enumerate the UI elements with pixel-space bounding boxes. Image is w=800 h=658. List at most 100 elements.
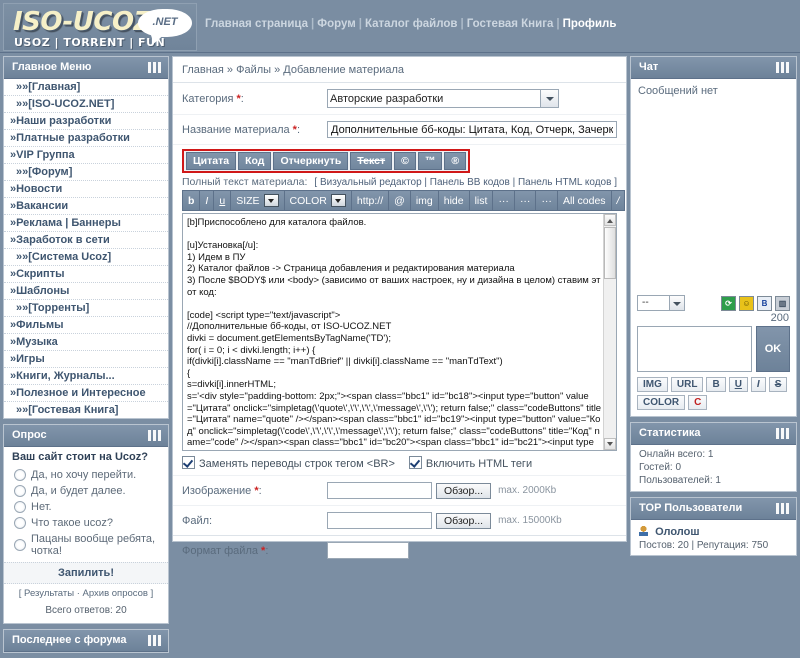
toolbar-hide-button[interactable]: hide [437, 190, 469, 211]
toolbar-more-button-2[interactable]: ··· [513, 190, 536, 211]
chat-bb-strike-button[interactable]: S [768, 377, 788, 392]
collapse-icon[interactable] [148, 430, 161, 441]
sidebar-item-guestbook[interactable]: »»[Гостевая Книга] [4, 402, 168, 418]
bold-icon[interactable]: B [757, 295, 772, 311]
toolbar-color-dropdown[interactable]: COLOR [283, 190, 351, 211]
title-input[interactable] [327, 121, 617, 138]
list-item[interactable]: Ололош [631, 522, 796, 540]
radio-icon[interactable] [14, 501, 26, 513]
sidebar-item-torrents[interactable]: »»[Торренты] [4, 300, 168, 317]
sidebar-item-books[interactable]: »Книги, Журналы... [4, 368, 168, 385]
sidebar-item-vacancies[interactable]: »Вакансии [4, 198, 168, 215]
user-name[interactable]: Ололош [655, 526, 699, 538]
chat-bb-clear-button[interactable]: C [688, 395, 708, 410]
toolbar-underline-button[interactable]: u [213, 190, 231, 211]
sidebar-item-glavnaya[interactable]: »»[Главная] [4, 79, 168, 96]
format-input[interactable] [327, 542, 409, 559]
sidebar-item-our-dev[interactable]: »Наши разработки [4, 113, 168, 130]
checkbox-icon[interactable] [408, 456, 422, 469]
poll-submit-button[interactable]: Запилить! [4, 562, 168, 584]
toolbar-image-button[interactable]: img [409, 190, 438, 211]
sidebar-item-vip-group[interactable]: »VIP Группа [4, 147, 168, 164]
bb-quote-button[interactable]: Цитата [186, 152, 237, 170]
toolbar-all-codes-button[interactable]: All codes [556, 190, 611, 211]
editor-mode-links[interactable]: [ Визуальный редактор | Панель BB кодов … [314, 177, 617, 188]
collapse-icon[interactable] [776, 428, 789, 439]
nav-item-guestbook[interactable]: Гостевая Книга [467, 18, 554, 30]
toolbar-close-tag-button[interactable]: / [610, 190, 626, 211]
toolbar-bold-button[interactable]: b [182, 190, 200, 211]
chat-send-button[interactable]: OK [756, 326, 790, 372]
poll-option[interactable]: Что такое ucoz? [4, 515, 168, 531]
nav-item-files[interactable]: Каталог файлов [365, 18, 458, 30]
chat-bb-italic-button[interactable]: I [750, 377, 766, 392]
sidebar-item-movies[interactable]: »Фильмы [4, 317, 168, 334]
checkbox-br-replace[interactable]: Заменять переводы строк тегом <BR> [182, 456, 395, 470]
toolbar-more-button-3[interactable]: ··· [535, 190, 557, 211]
radio-icon[interactable] [14, 517, 26, 529]
sidebar-item-ads-banners[interactable]: »Реклама | Баннеры [4, 215, 168, 232]
nav-item-home[interactable]: Главная страница [205, 18, 308, 30]
bb-trademark-button[interactable]: ™ [417, 152, 443, 170]
sidebar-item-forum[interactable]: »»[Форум] [4, 164, 168, 181]
radio-icon[interactable] [14, 469, 26, 481]
collapse-icon[interactable] [776, 62, 789, 73]
chevron-down-icon[interactable] [263, 194, 279, 207]
bb-copyright-button[interactable]: © [394, 152, 416, 170]
collapse-icon[interactable] [148, 635, 161, 646]
bb-registered-button[interactable]: ® [444, 152, 467, 170]
bb-hr-button[interactable]: Отчеркнуть [273, 152, 349, 170]
nav-item-forum[interactable]: Форум [317, 18, 355, 30]
sidebar-item-music[interactable]: »Музыка [4, 334, 168, 351]
site-logo[interactable]: ISO-UCOZ USOZ | TORRENT | FUN .NET [3, 3, 197, 51]
sidebar-item-ucoz-system[interactable]: »»[Система Ucoz] [4, 249, 168, 266]
toolbar-italic-button[interactable]: I [199, 190, 214, 211]
chat-bb-color-button[interactable]: COLOR [637, 395, 686, 410]
toolbar-email-button[interactable]: @ [388, 190, 410, 211]
image-browse-button[interactable]: Обзор... [436, 482, 492, 499]
poll-option[interactable]: Нет. [4, 499, 168, 515]
sidebar-item-news[interactable]: »Новости [4, 181, 168, 198]
sidebar-item-templates[interactable]: »Шаблоны [4, 283, 168, 300]
chat-message-input[interactable] [637, 326, 752, 372]
poll-option[interactable]: Да, но хочу перейти. [4, 467, 168, 483]
image-file-input[interactable] [327, 482, 432, 499]
chevron-down-icon[interactable] [540, 90, 558, 107]
toolbar-list-button[interactable]: list [468, 190, 493, 211]
toolbar-more-button-1[interactable]: ··· [492, 190, 514, 211]
poll-results-links[interactable]: [ Результаты · Архив опросов ] [4, 584, 168, 603]
sidebar-item-scripts[interactable]: »Скрипты [4, 266, 168, 283]
toolbar-size-dropdown[interactable]: SIZE [230, 190, 284, 211]
bb-code-button[interactable]: Код [238, 152, 272, 170]
refresh-icon[interactable]: ⟳ [721, 295, 736, 311]
chevron-down-icon[interactable] [330, 194, 346, 207]
sidebar-item-earnings[interactable]: »Заработок в сети [4, 232, 168, 249]
fulltext-textarea[interactable]: [b]Приспособлено для каталога файлов. [u… [182, 213, 617, 451]
scroll-up-icon[interactable] [604, 214, 616, 226]
chevron-down-icon[interactable] [669, 296, 684, 310]
chat-recipient-select[interactable]: -- [637, 295, 685, 311]
file-browse-button[interactable]: Обзор... [436, 512, 492, 529]
checkbox-icon[interactable] [182, 456, 195, 469]
bb-strike-button[interactable]: Текст [350, 152, 393, 170]
chat-bb-underline-button[interactable]: U [728, 377, 748, 392]
chat-bb-url-button[interactable]: URL [670, 377, 704, 392]
file-file-input[interactable] [327, 512, 432, 529]
textarea-scrollbar[interactable] [603, 214, 616, 450]
sidebar-item-paid-dev[interactable]: »Платные разработки [4, 130, 168, 147]
poll-option[interactable]: Пацаны вообще ребята, чотка! [4, 531, 168, 559]
sidebar-item-games[interactable]: »Игры [4, 351, 168, 368]
collapse-icon[interactable] [148, 62, 161, 73]
poll-option[interactable]: Да, и будет далее. [4, 483, 168, 499]
collapse-icon[interactable] [776, 503, 789, 514]
checkbox-html-tags[interactable]: Включить HTML теги [408, 456, 532, 470]
nav-item-profile[interactable]: Профиль [563, 18, 617, 30]
chat-bb-img-button[interactable]: IMG [637, 377, 668, 392]
door-icon[interactable]: ▥ [775, 295, 790, 311]
scroll-down-icon[interactable] [604, 438, 616, 450]
radio-icon[interactable] [14, 485, 26, 497]
radio-icon[interactable] [14, 539, 26, 551]
toolbar-link-button[interactable]: http:// [350, 190, 389, 211]
chat-bb-bold-button[interactable]: B [706, 377, 726, 392]
category-select[interactable]: Авторские разработки [327, 89, 559, 108]
